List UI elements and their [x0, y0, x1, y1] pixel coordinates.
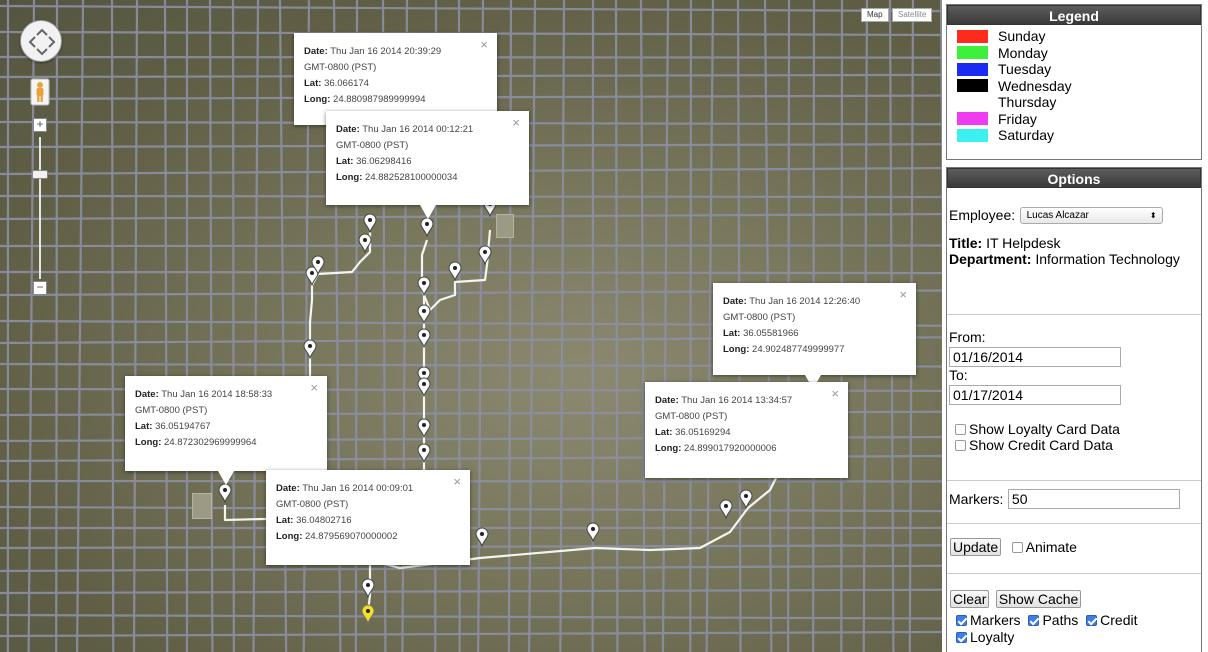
color-swatch: [957, 29, 988, 43]
options-title: Options: [947, 168, 1201, 188]
map-marker-icon[interactable]: [719, 499, 733, 519]
legend-item-friday: Friday: [947, 111, 1201, 128]
info-window: Date: Thu Jan 16 2014 18:58:33 GMT-0800 …: [125, 376, 327, 485]
map-view[interactable]: Map Satellite + − Date: Thu Jan 16 2014 …: [0, 0, 942, 652]
zoom-slider-track[interactable]: [39, 137, 41, 279]
map-marker-icon[interactable]: [218, 483, 232, 503]
color-swatch: [957, 79, 988, 93]
map-marker-icon[interactable]: [303, 339, 317, 359]
map-marker-icon[interactable]: [311, 255, 325, 275]
credit-data-checkbox[interactable]: [955, 440, 966, 451]
legend-item-saturday: Saturday: [947, 127, 1201, 144]
show-cache-button[interactable]: Show Cache: [995, 590, 1082, 608]
to-label: To:: [949, 367, 968, 383]
to-date-input[interactable]: [949, 385, 1121, 405]
loyalty-toggle-checkbox[interactable]: [956, 632, 967, 643]
zoom-in-button[interactable]: +: [33, 118, 47, 132]
legend-title: Legend: [947, 5, 1201, 25]
legend-item-thursday: Thursday: [947, 94, 1201, 111]
from-date-input[interactable]: [949, 347, 1121, 367]
color-swatch: [957, 128, 988, 142]
department-value: Information Technology: [1035, 251, 1180, 267]
color-swatch: [957, 62, 988, 76]
animate-label: Animate: [1025, 539, 1077, 555]
zoom-slider-handle[interactable]: [32, 170, 48, 179]
close-icon[interactable]: ×: [453, 474, 461, 490]
map-marker-icon[interactable]: [478, 245, 492, 265]
title-label: Title:: [949, 235, 983, 251]
map-marker-icon[interactable]: [358, 233, 372, 253]
loyalty-data-checkbox[interactable]: [955, 424, 966, 435]
legend-item-sunday: Sunday: [947, 28, 1201, 45]
info-window: Date: Thu Jan 16 2014 13:34:57 GMT-0800 …: [645, 382, 848, 478]
pegman-icon[interactable]: [30, 78, 50, 106]
close-icon[interactable]: ×: [480, 37, 488, 53]
update-button[interactable]: Update: [950, 538, 1002, 556]
clear-button[interactable]: Clear: [950, 590, 990, 608]
employee-select[interactable]: Lucas Alcazar ⬍: [1019, 207, 1163, 225]
color-swatch: [957, 112, 988, 126]
markers-toggle-label: Markers: [970, 612, 1021, 628]
title-value: IT Helpdesk: [986, 235, 1061, 251]
map-marker-icon[interactable]: [361, 578, 375, 598]
info-window: Date: Thu Jan 16 2014 00:09:01 GMT-0800 …: [266, 470, 470, 565]
pan-control[interactable]: [20, 20, 62, 62]
map-marker-icon[interactable]: [417, 276, 431, 296]
paths-toggle-checkbox[interactable]: [1028, 615, 1040, 626]
map-marker-icon[interactable]: [586, 522, 600, 542]
map-marker-icon[interactable]: [417, 443, 431, 463]
map-marker-icon[interactable]: [361, 604, 375, 624]
select-arrows-icon: ⬍: [1149, 211, 1157, 221]
markers-toggle-checkbox[interactable]: [956, 615, 967, 626]
map-marker-icon[interactable]: [475, 527, 489, 547]
credit-toggle-label: Credit: [1100, 612, 1138, 628]
building: [192, 493, 212, 519]
close-icon[interactable]: ×: [899, 287, 907, 303]
loyalty-toggle-label: Loyalty: [970, 629, 1015, 645]
animate-checkbox[interactable]: [1011, 542, 1023, 553]
credit-data-label: Show Credit Card Data: [969, 437, 1113, 453]
credit-toggle-checkbox[interactable]: [1086, 615, 1098, 626]
map-marker-icon[interactable]: [363, 213, 377, 233]
map-marker-icon[interactable]: [420, 217, 434, 237]
map-marker-icon[interactable]: [739, 489, 753, 509]
zoom-out-button[interactable]: −: [33, 281, 47, 295]
map-marker-icon[interactable]: [448, 261, 462, 281]
color-swatch: [957, 95, 988, 109]
map-marker-icon[interactable]: [417, 328, 431, 348]
legend-item-tuesday: Tuesday: [947, 61, 1201, 78]
map-type-satellite-button[interactable]: Satellite: [892, 8, 933, 22]
close-icon[interactable]: ×: [831, 386, 839, 402]
close-icon[interactable]: ×: [512, 115, 520, 131]
markers-count-input[interactable]: [1007, 489, 1180, 509]
employee-label: Employee:: [949, 207, 1016, 223]
map-type-map-button[interactable]: Map: [861, 8, 889, 22]
pan-arrows-icon: [28, 28, 56, 56]
map-marker-icon[interactable]: [417, 418, 431, 438]
close-icon[interactable]: ×: [310, 380, 318, 396]
map-marker-icon[interactable]: [417, 304, 431, 324]
legend-item-monday: Monday: [947, 45, 1201, 62]
department-label: Department:: [949, 251, 1032, 267]
loyalty-data-label: Show Loyalty Card Data: [969, 421, 1120, 437]
legend-panel: Legend Sunday Monday Tuesday Wednesday T…: [946, 4, 1202, 160]
paths-toggle-label: Paths: [1042, 612, 1079, 628]
from-label: From:: [949, 329, 986, 345]
color-swatch: [957, 46, 988, 60]
legend-item-wednesday: Wednesday: [947, 78, 1201, 95]
info-window: Date: Thu Jan 16 2014 12:26:40 GMT-0800 …: [713, 283, 916, 389]
map-marker-icon[interactable]: [417, 377, 431, 397]
info-window: Date: Thu Jan 16 2014 00:12:21 GMT-0800 …: [326, 111, 529, 219]
markers-count-label: Markers:: [949, 491, 1004, 507]
building: [496, 214, 514, 238]
options-panel: Options Employee: Lucas Alcazar ⬍ Title:…: [946, 167, 1202, 652]
